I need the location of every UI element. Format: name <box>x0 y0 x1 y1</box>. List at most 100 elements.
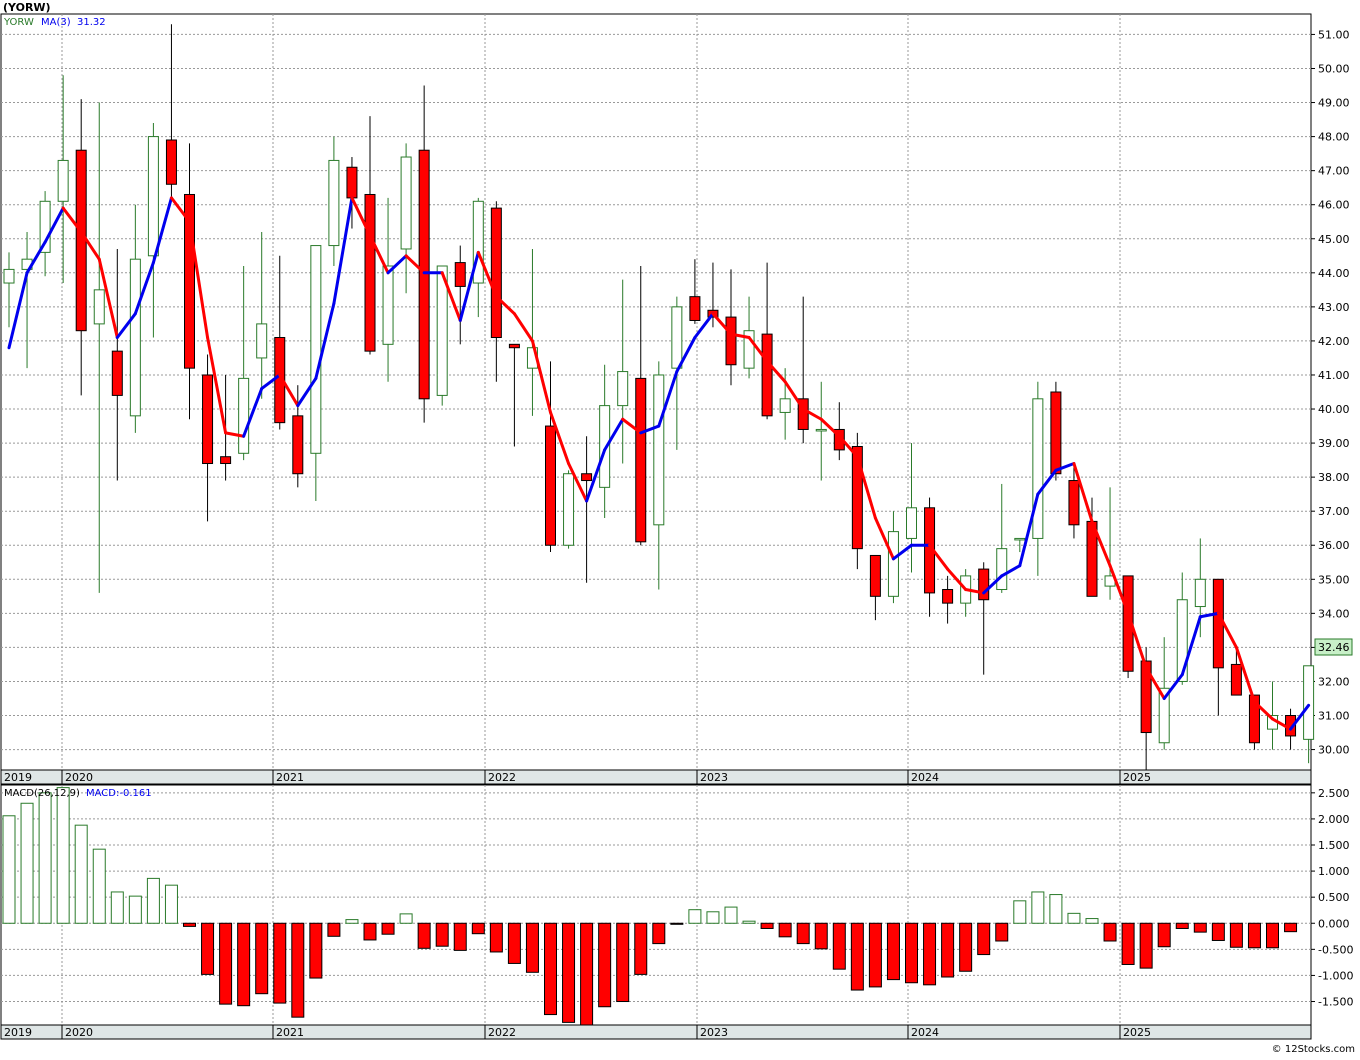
candle-down <box>978 568 990 601</box>
price-y-tick-label: 42.00 <box>1318 335 1350 348</box>
macd-x-axis-band <box>0 1024 1312 1040</box>
macd-bar-negative <box>670 922 684 925</box>
macd-bar-negative <box>1211 922 1225 941</box>
candle-down <box>942 589 954 604</box>
macd-bar-negative <box>471 922 485 935</box>
macd-bar-negative <box>435 922 449 947</box>
macd-bar-positive <box>345 919 359 924</box>
candle-up <box>93 289 105 325</box>
legend-ma-label: MA(3) <box>41 17 71 28</box>
macd-bar-positive <box>1031 891 1045 924</box>
macd-bar-negative <box>796 922 810 945</box>
macd-bar-negative <box>1103 922 1117 942</box>
price-x-tick-label: 2025 <box>1123 771 1151 784</box>
last-price-label: 32.46 <box>1318 641 1350 654</box>
candle-up <box>1014 537 1026 541</box>
price-x-tick-label: 2024 <box>911 771 939 784</box>
macd-bar-negative <box>489 922 503 953</box>
price-y-tick-label: 36.00 <box>1318 539 1350 552</box>
candle-down <box>635 377 647 543</box>
candle-down <box>1230 663 1242 696</box>
candle-down <box>202 374 214 465</box>
price-x-axis-band <box>0 769 1312 785</box>
candle-down <box>454 262 466 287</box>
macd-x-tick-label: 2024 <box>911 1026 939 1039</box>
candle-up <box>328 159 340 247</box>
macd-bar-negative <box>959 922 973 972</box>
macd-bar-negative <box>1284 922 1298 933</box>
price-y-tick-label: 38.00 <box>1318 471 1350 484</box>
macd-bar-negative <box>995 922 1009 942</box>
macd-bar-negative <box>1175 922 1189 929</box>
macd-y-tick-label: 2.000 <box>1318 813 1350 826</box>
candle-down <box>1050 391 1062 475</box>
macd-x-tick-label: 2025 <box>1123 1026 1151 1039</box>
price-panel: 30.0031.0032.0033.0034.0035.0036.0037.00… <box>0 13 1350 771</box>
macd-bar-negative <box>201 922 215 975</box>
candle-down <box>220 456 232 465</box>
candle-up <box>617 371 629 407</box>
macd-bar-negative <box>580 922 594 1026</box>
candle-down <box>111 350 123 396</box>
price-y-tick-label: 45.00 <box>1318 233 1350 246</box>
macd-bar-negative <box>814 922 828 950</box>
macd-bar-negative <box>616 922 630 1003</box>
macd-bar-negative <box>905 922 918 984</box>
stock-chart: 30.0031.0032.0033.0034.0035.0036.0037.00… <box>0 0 1360 1056</box>
candle-up <box>671 306 683 369</box>
legend-ma-value: 31.32 <box>77 17 106 28</box>
price-y-tick-label: 47.00 <box>1318 165 1350 178</box>
macd-panel: 2.500 2.000 1.500 1.000 0.500 0.000 -0.500 -1.0… <box>0 784 1353 1026</box>
price-y-tick-label: 41.00 <box>1318 369 1350 382</box>
macd-y-tick-label: -0.500 <box>1318 943 1353 956</box>
macd-bar-negative <box>219 922 233 1005</box>
macd-bar-positive <box>38 792 52 924</box>
candle-up <box>57 159 69 202</box>
macd-bar-negative <box>1266 922 1279 949</box>
macd-bar-negative <box>868 922 882 988</box>
macd-bar-negative <box>760 922 774 929</box>
candle-down <box>490 207 502 339</box>
macd-bar-negative <box>850 922 864 991</box>
chart-svg: 30.0031.0032.0033.0034.0035.0036.0037.00… <box>0 0 1360 1056</box>
candle-down <box>545 425 556 546</box>
macd-bar-negative <box>507 922 521 964</box>
candle-down <box>581 473 593 482</box>
macd-bar-positive <box>164 884 178 924</box>
macd-bar-positive <box>74 824 88 924</box>
macd-bar-negative <box>544 922 557 1016</box>
price-x-tick-label: 2019 <box>4 771 32 784</box>
candle-down <box>761 333 773 417</box>
macd-bar-positive <box>2 815 16 924</box>
candle-down <box>165 139 177 185</box>
price-x-tick-label: 2020 <box>65 771 93 784</box>
macd-bar-negative <box>453 922 467 951</box>
macd-bar-negative <box>634 922 648 975</box>
candle-up <box>147 136 159 257</box>
macd-y-tick-label: 0.500 <box>1318 891 1350 904</box>
candle-down <box>869 554 881 597</box>
candle-down <box>346 166 358 199</box>
candle-up <box>1176 599 1188 682</box>
macd-bar-positive <box>724 906 738 924</box>
price-y-tick-label: 49.00 <box>1318 97 1350 110</box>
macd-bar-positive <box>1067 912 1081 924</box>
price-y-tick-label: 37.00 <box>1318 505 1350 518</box>
macd-bar-negative <box>417 922 431 949</box>
price-y-tick-label: 31.00 <box>1318 710 1350 723</box>
macd-bar-negative <box>778 922 792 938</box>
macd-bar-negative <box>291 922 305 1018</box>
candle-up <box>256 323 268 359</box>
macd-y-tick-label: 1.000 <box>1318 865 1350 878</box>
macd-bar-negative <box>886 922 900 981</box>
macd-bar-negative <box>598 922 612 1008</box>
macd-bar-negative <box>1139 922 1153 969</box>
macd-bar-positive <box>688 909 702 924</box>
macd-legend-label: MACD(26,12,9) <box>4 788 80 799</box>
candle-up <box>1303 665 1315 740</box>
watermark: © 12Stocks.com <box>1272 1044 1355 1055</box>
macd-bar-negative <box>255 922 269 995</box>
macd-bar-positive <box>706 911 720 924</box>
price-x-tick-label: 2021 <box>276 771 304 784</box>
candle-up <box>400 156 412 250</box>
